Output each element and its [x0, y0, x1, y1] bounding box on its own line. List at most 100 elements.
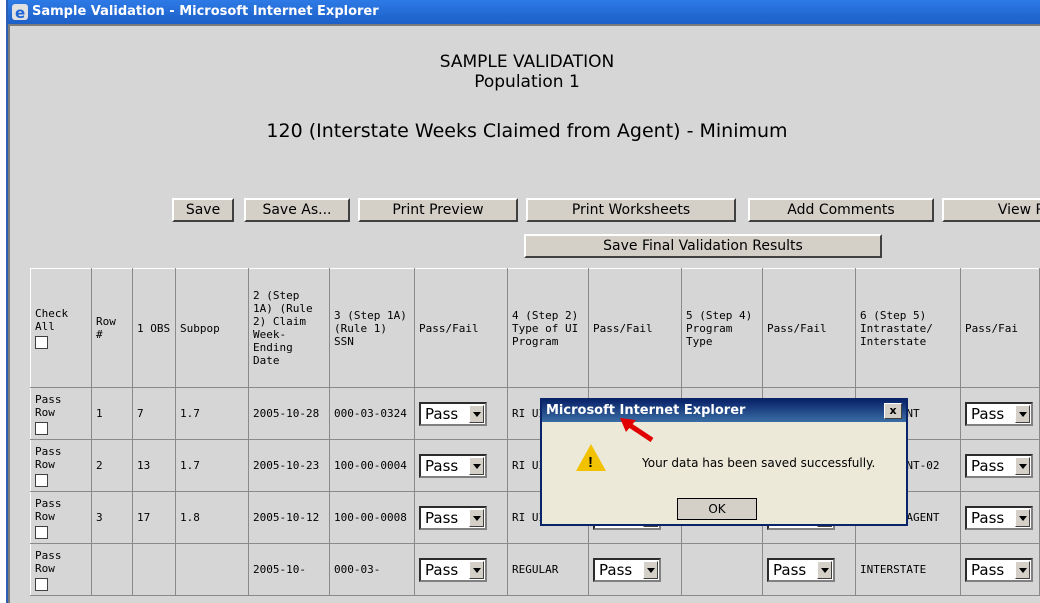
- dropdown-arrow-icon[interactable]: [1015, 560, 1030, 579]
- ok-button[interactable]: OK: [677, 498, 757, 520]
- dialog-message: Your data has been saved successfully.: [642, 456, 876, 470]
- dropdown-arrow-icon[interactable]: [1015, 404, 1030, 423]
- pass-fail-select[interactable]: Pass: [419, 557, 487, 582]
- subpop-value: 1.8: [175, 491, 249, 544]
- pass-fail-cell: Pass: [414, 439, 508, 492]
- view-button[interactable]: View P: [942, 198, 1040, 222]
- obs-value: 13: [132, 439, 176, 492]
- print-preview-button[interactable]: Print Preview: [358, 198, 518, 222]
- row-number-header: Row #: [91, 268, 133, 388]
- ssn-value: 000-03-0324: [329, 387, 415, 440]
- pass-fail-select[interactable]: Pass: [419, 453, 487, 478]
- grid-header-row: Check All Row # 1 OBS Subpop 2 (Step 1A)…: [30, 268, 1040, 388]
- window-title: Sample Validation - Microsoft Internet E…: [32, 4, 379, 19]
- pass-fail-select-value: Pass: [773, 560, 807, 579]
- pass-fail-cell: Pass: [414, 387, 508, 440]
- program-type-header: 5 (Step 4) Program Type: [681, 268, 763, 388]
- claim-week-value: 2005-10-23: [248, 439, 330, 492]
- claim-week-header: 2 (Step 1A) (Rule 2) Claim Week- Ending …: [248, 268, 330, 388]
- page-title: SAMPLE VALIDATION: [439, 52, 615, 72]
- interstate-value: INTERSTATE: [855, 543, 961, 596]
- dropdown-arrow-icon[interactable]: [469, 456, 484, 475]
- row-number: 3: [91, 491, 133, 544]
- close-icon[interactable]: x: [884, 403, 902, 419]
- browser-window: Sample Validation - Microsoft Internet E…: [6, 0, 1040, 603]
- dropdown-arrow-icon[interactable]: [1015, 508, 1030, 527]
- pass-fail-cell: Pass: [762, 543, 856, 596]
- pass-fail-select[interactable]: Pass: [965, 453, 1033, 478]
- ssn-value: 000-03-: [329, 543, 415, 596]
- pass-fail-cell: Pass: [960, 491, 1040, 544]
- subpop-value: [175, 543, 249, 596]
- pass-fail-select-value: Pass: [971, 456, 1005, 475]
- pass-fail-select-value: Pass: [599, 560, 633, 579]
- pass-fail-select-value: Pass: [425, 404, 459, 423]
- window-titlebar: Sample Validation - Microsoft Internet E…: [8, 0, 1040, 25]
- pass-fail-cell: Pass: [960, 387, 1040, 440]
- pass-row-cell: Pass Row: [30, 543, 92, 596]
- pass-row-checkbox[interactable]: [35, 421, 48, 435]
- page-subtitle: 120 (Interstate Weeks Claimed from Agent…: [266, 120, 788, 142]
- pass-fail-cell: Pass: [414, 491, 508, 544]
- pass-fail-cell: Pass: [960, 543, 1040, 596]
- dropdown-arrow-icon[interactable]: [469, 404, 484, 423]
- ie-logo-icon: [12, 1, 28, 25]
- pass-fail-select-value: Pass: [425, 456, 459, 475]
- pass-row-cell: Pass Row: [30, 491, 92, 544]
- ssn-header: 3 (Step 1A) (Rule 1) SSN: [329, 268, 415, 388]
- dropdown-arrow-icon[interactable]: [817, 560, 832, 579]
- save-as-button[interactable]: Save As...: [244, 198, 350, 222]
- save-final-validation-button[interactable]: Save Final Validation Results: [524, 234, 882, 258]
- pass-fail-header-2: Pass/Fail: [588, 268, 682, 388]
- pass-fail-select[interactable]: Pass: [965, 401, 1033, 426]
- type-ui-header: 4 (Step 2) Type of UI Program: [507, 268, 589, 388]
- pass-fail-select-value: Pass: [425, 508, 459, 527]
- save-confirmation-dialog: Microsoft Internet Explorer x ! Your dat…: [540, 398, 908, 526]
- type-ui-value: REGULAR: [507, 543, 589, 596]
- pass-fail-select[interactable]: Pass: [965, 557, 1033, 582]
- exclamation-icon: !: [588, 454, 593, 471]
- population-label: Population 1: [474, 72, 580, 92]
- subpop-value: 1.7: [175, 439, 249, 492]
- claim-week-value: 2005-10-12: [248, 491, 330, 544]
- print-worksheets-button[interactable]: Print Worksheets: [526, 198, 736, 222]
- pass-fail-select-value: Pass: [971, 404, 1005, 423]
- program-type-value: [681, 543, 763, 596]
- ssn-value: 100-00-0008: [329, 491, 415, 544]
- intrastate-header: 6 (Step 5) Intrastate/ Interstate: [855, 268, 961, 388]
- pass-fail-select[interactable]: Pass: [965, 505, 1033, 530]
- pass-row-checkbox[interactable]: [35, 473, 48, 487]
- check-all-checkbox[interactable]: [35, 336, 48, 349]
- pass-fail-select-value: Pass: [425, 560, 459, 579]
- obs-value: [132, 543, 176, 596]
- pass-row-checkbox[interactable]: [35, 577, 48, 591]
- pass-fail-select[interactable]: Pass: [419, 401, 487, 426]
- row-number: [91, 543, 133, 596]
- subpop-header: Subpop: [175, 268, 249, 388]
- pass-fail-select[interactable]: Pass: [419, 505, 487, 530]
- row-number: 1: [91, 387, 133, 440]
- claim-week-value: 2005-10-28: [248, 387, 330, 440]
- pass-row-label: Pass Row: [35, 548, 62, 575]
- pass-fail-header-3: Pass/Fail: [762, 268, 856, 388]
- dropdown-arrow-icon[interactable]: [469, 560, 484, 579]
- pass-fail-select-value: Pass: [971, 560, 1005, 579]
- pass-fail-select[interactable]: Pass: [767, 557, 835, 582]
- check-all-label: Check All: [35, 307, 69, 333]
- pass-fail-select[interactable]: Pass: [593, 557, 661, 582]
- pass-row-checkbox[interactable]: [35, 525, 48, 539]
- obs-value: 7: [132, 387, 176, 440]
- dropdown-arrow-icon[interactable]: [1015, 456, 1030, 475]
- add-comments-button[interactable]: Add Comments: [748, 198, 934, 222]
- dropdown-arrow-icon[interactable]: [643, 560, 658, 579]
- dropdown-arrow-icon[interactable]: [469, 508, 484, 527]
- dialog-titlebar: Microsoft Internet Explorer x: [542, 400, 906, 422]
- pass-fail-cell: Pass: [414, 543, 508, 596]
- save-button[interactable]: Save: [172, 198, 234, 222]
- pass-row-label: Pass Row: [35, 496, 62, 523]
- pass-fail-header-1: Pass/Fail: [414, 268, 508, 388]
- subpop-value: 1.7: [175, 387, 249, 440]
- obs-value: 17: [132, 491, 176, 544]
- pass-row-cell: Pass Row: [30, 387, 92, 440]
- table-row: Pass Row 2005-10- 000-03- Pass REGULAR P…: [30, 543, 1040, 596]
